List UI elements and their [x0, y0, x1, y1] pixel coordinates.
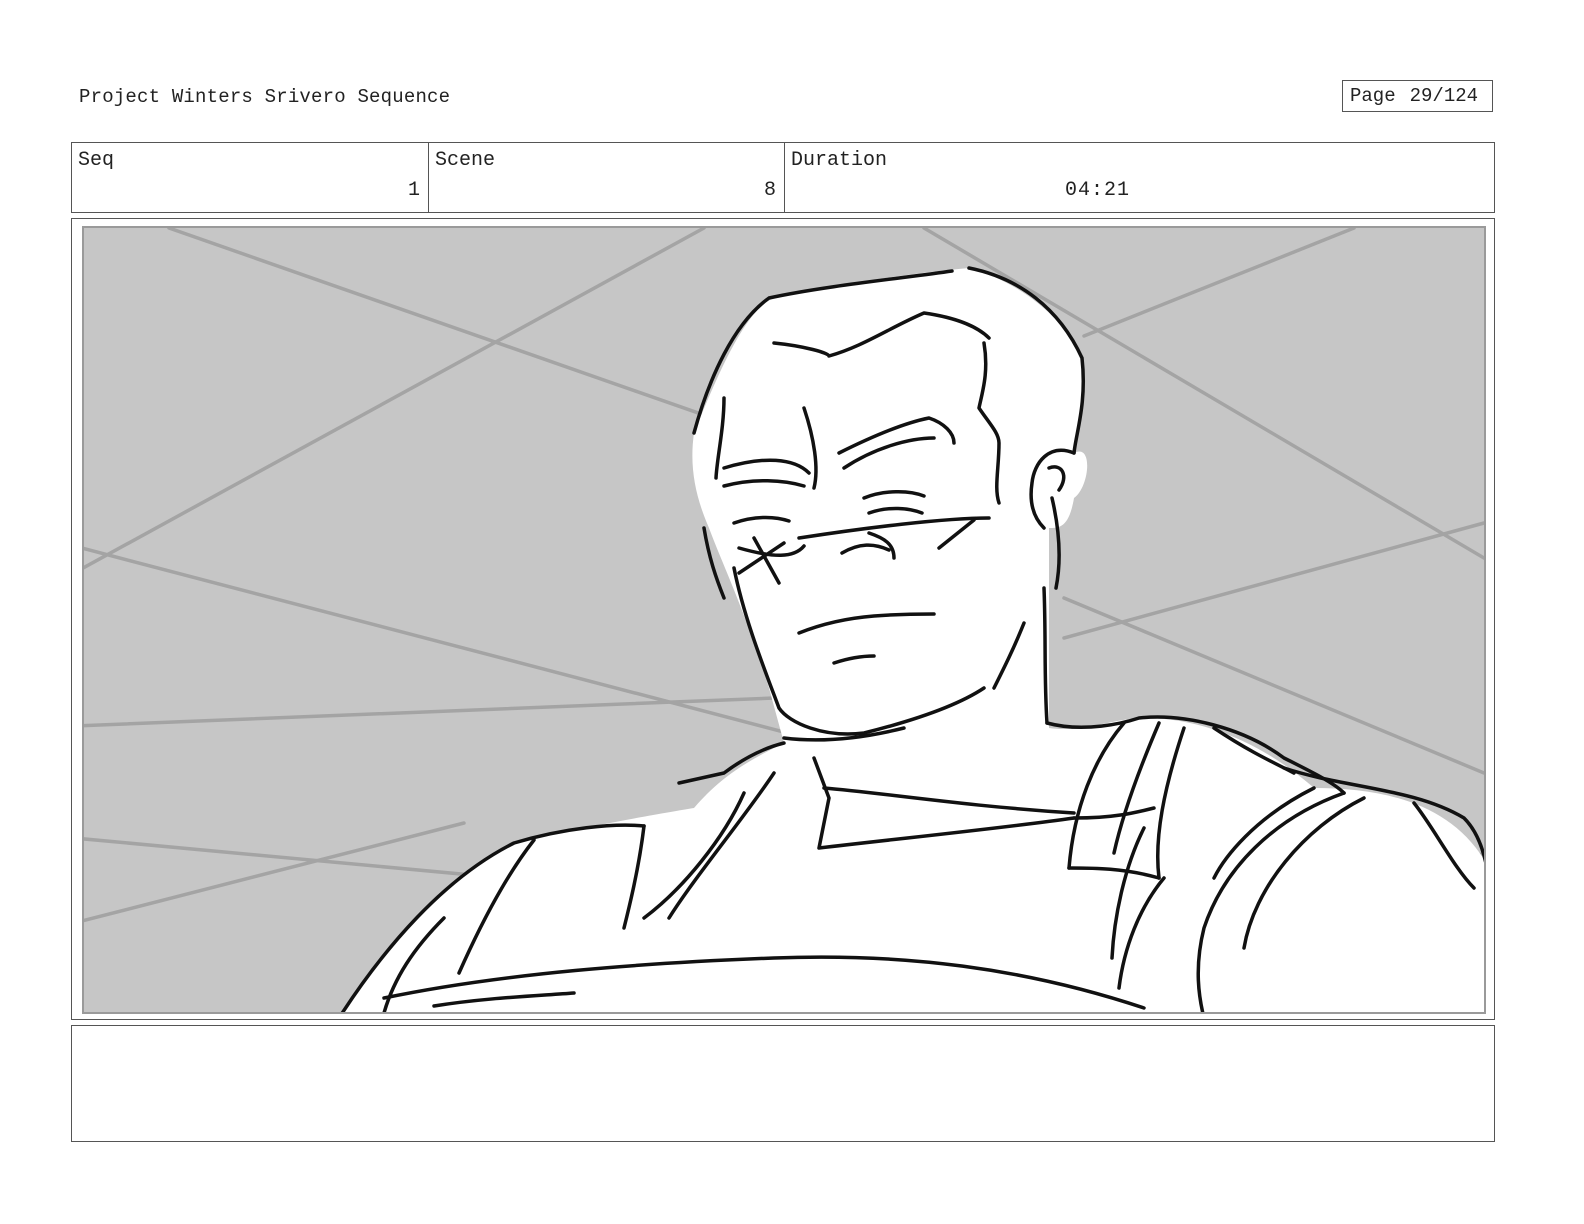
- duration-label: Duration: [791, 149, 888, 172]
- figure-fill: [342, 268, 1484, 1012]
- storyboard-panel-image: [82, 226, 1486, 1014]
- duration-value: 04:21: [1065, 179, 1131, 202]
- scene-value: 8: [763, 179, 776, 202]
- page-label: Page: [1350, 85, 1396, 107]
- scene-cell: Scene 8: [428, 143, 784, 212]
- duration-cell: Duration 04:21: [784, 143, 1494, 212]
- shot-info-row: Seq 1 Scene 8 Duration 04:21: [71, 142, 1495, 213]
- page-indicator: Page 29/124: [1342, 80, 1493, 112]
- notes-box: [71, 1025, 1495, 1142]
- scene-label: Scene: [435, 149, 496, 172]
- seq-cell: Seq 1: [72, 143, 428, 212]
- page-number: 29/124: [1409, 85, 1479, 107]
- project-title: Project Winters Srivero Sequence: [79, 86, 451, 108]
- storyboard-frame: [71, 218, 1495, 1020]
- seq-label: Seq: [78, 149, 115, 172]
- sketch-drawing: [84, 228, 1484, 1012]
- seq-value: 1: [407, 179, 420, 202]
